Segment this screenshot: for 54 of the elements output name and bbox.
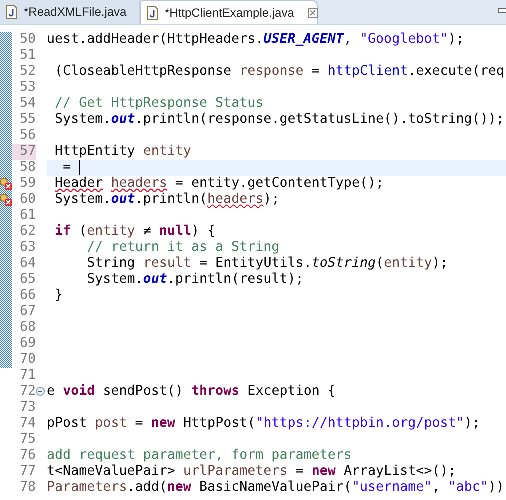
line-number: 56 [18, 128, 36, 144]
line-number: 76 [18, 448, 36, 464]
line-number: 71 [18, 368, 36, 384]
line-number: 63 [18, 240, 36, 256]
line-number: 72 [18, 384, 36, 400]
code-line: add request parameter, form parameters [47, 448, 352, 463]
line-number: 69 [18, 336, 36, 352]
editor-tab[interactable]: *ReadXMLFile.java [0, 0, 140, 24]
line-number: 58 [18, 160, 36, 176]
code-line: System.out.println(headers); [54, 192, 280, 207]
code-line: if (entity ≠ null) { [54, 224, 216, 239]
line-number: 64 [18, 256, 36, 272]
line-number: 67 [18, 304, 36, 320]
line-number: 57 [12, 144, 36, 160]
collapse-icon[interactable] [36, 387, 45, 396]
line-number: 66 [18, 288, 36, 304]
code-line: (CloseableHttpResponse response = httpClient.execute(req [54, 64, 504, 79]
code-line: } [54, 288, 64, 303]
code-line: t<NameValuePair> urlParameters = new ArrayList<>(); [47, 464, 456, 479]
code-line: Header headers = entity.getContentType(); [54, 176, 384, 191]
line-number: 62 [18, 224, 36, 240]
code-line: // return it as a String [86, 240, 280, 255]
line-number: 78 [18, 480, 36, 496]
line-number: 75 [18, 432, 36, 448]
line-number: 74 [18, 416, 36, 432]
code-line: // Get HttpResponse Status [54, 96, 264, 111]
line-number: 59 [18, 176, 36, 192]
code-line: pPost post = new HttpPost("https://httpbin.org/post"); [47, 416, 480, 431]
line-number: 70 [18, 352, 36, 368]
close-icon[interactable] [308, 8, 318, 18]
line-number: 65 [18, 272, 36, 288]
code-line: e void sendPost() throws Exception { [47, 384, 336, 399]
line-number: 51 [18, 48, 36, 64]
line-number: 60 [18, 192, 36, 208]
line-number: 54 [18, 96, 36, 112]
line-number: 68 [18, 320, 36, 336]
java-file-icon [6, 5, 18, 19]
code-line: HttpEntity entity [54, 144, 192, 159]
line-number: 53 [18, 80, 36, 96]
text-cursor [79, 160, 80, 175]
code-line: System.out.println(response.getStatusLine().toString()); [54, 112, 504, 127]
line-number: 50 [18, 32, 36, 48]
line-number: 55 [18, 112, 36, 128]
java-file-icon [147, 6, 159, 20]
line-number: 73 [18, 400, 36, 416]
line-number: 52 [18, 64, 36, 80]
line-number: 61 [18, 208, 36, 224]
line-number: 77 [18, 464, 36, 480]
code-line: System.out.println(result); [86, 272, 304, 287]
editor-tab[interactable]: *HttpClientExample.java [140, 0, 318, 24]
code-line: String result = EntityUtils.toString(entity); [86, 256, 448, 271]
code-line: uest.addHeader(HttpHeaders.USER_AGENT, "Googlebot"); [47, 32, 464, 47]
code-line: Parameters.add(new BasicNameValuePair("username", "abc")) [47, 480, 504, 495]
code-line: = [62, 160, 72, 175]
